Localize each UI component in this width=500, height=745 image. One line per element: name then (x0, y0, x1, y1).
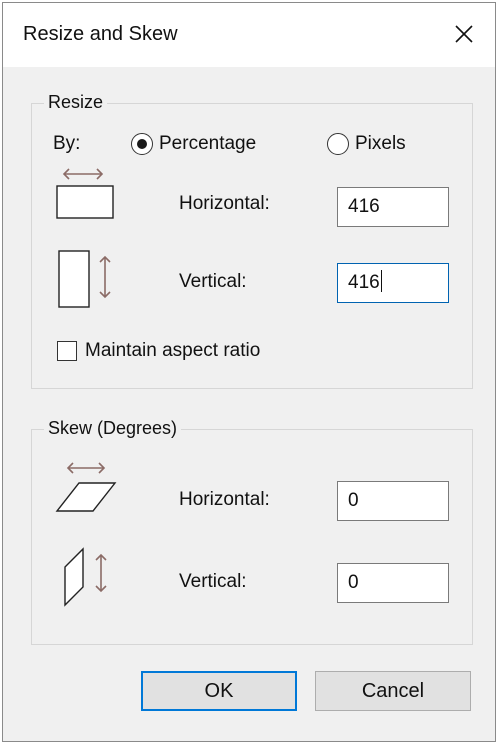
skew-horizontal-input[interactable]: 0 (337, 481, 449, 521)
percentage-radio[interactable] (131, 133, 153, 155)
radio-selected-dot (136, 138, 147, 149)
title-bar: Resize and Skew (3, 3, 495, 67)
skew-vertical-label: Vertical: (179, 571, 247, 592)
cancel-button[interactable]: Cancel (315, 671, 471, 711)
ok-button[interactable]: OK (141, 671, 297, 711)
skew-horizontal-icon (55, 462, 117, 512)
pixels-radio[interactable] (327, 133, 349, 155)
skew-legend: Skew (Degrees) (44, 418, 182, 439)
resize-legend: Resize (44, 92, 108, 113)
resize-vertical-icon (58, 250, 111, 308)
skew-vertical-icon (64, 547, 107, 607)
skew-horizontal-label: Horizontal: (179, 489, 270, 510)
resize-skew-dialog: Resize and Skew Resize By: Percentage Pi… (2, 2, 496, 742)
resize-vertical-input[interactable]: 416 (337, 263, 449, 303)
resize-horizontal-icon (56, 168, 114, 219)
close-icon (455, 25, 473, 43)
maintain-aspect-checkbox[interactable] (57, 341, 77, 361)
skew-vertical-input[interactable]: 0 (337, 563, 449, 603)
text-caret (380, 270, 382, 292)
maintain-aspect-label[interactable]: Maintain aspect ratio (85, 340, 260, 362)
resize-vertical-label: Vertical: (179, 271, 247, 292)
resize-horizontal-label: Horizontal: (179, 193, 270, 214)
by-label: By: (53, 133, 81, 154)
resize-horizontal-input[interactable]: 416 (337, 187, 449, 227)
dialog-title: Resize and Skew (23, 23, 178, 45)
percentage-label[interactable]: Percentage (159, 133, 256, 155)
resize-vertical-value: 416 (348, 272, 380, 293)
close-button[interactable] (449, 19, 479, 49)
pixels-label[interactable]: Pixels (355, 133, 406, 155)
